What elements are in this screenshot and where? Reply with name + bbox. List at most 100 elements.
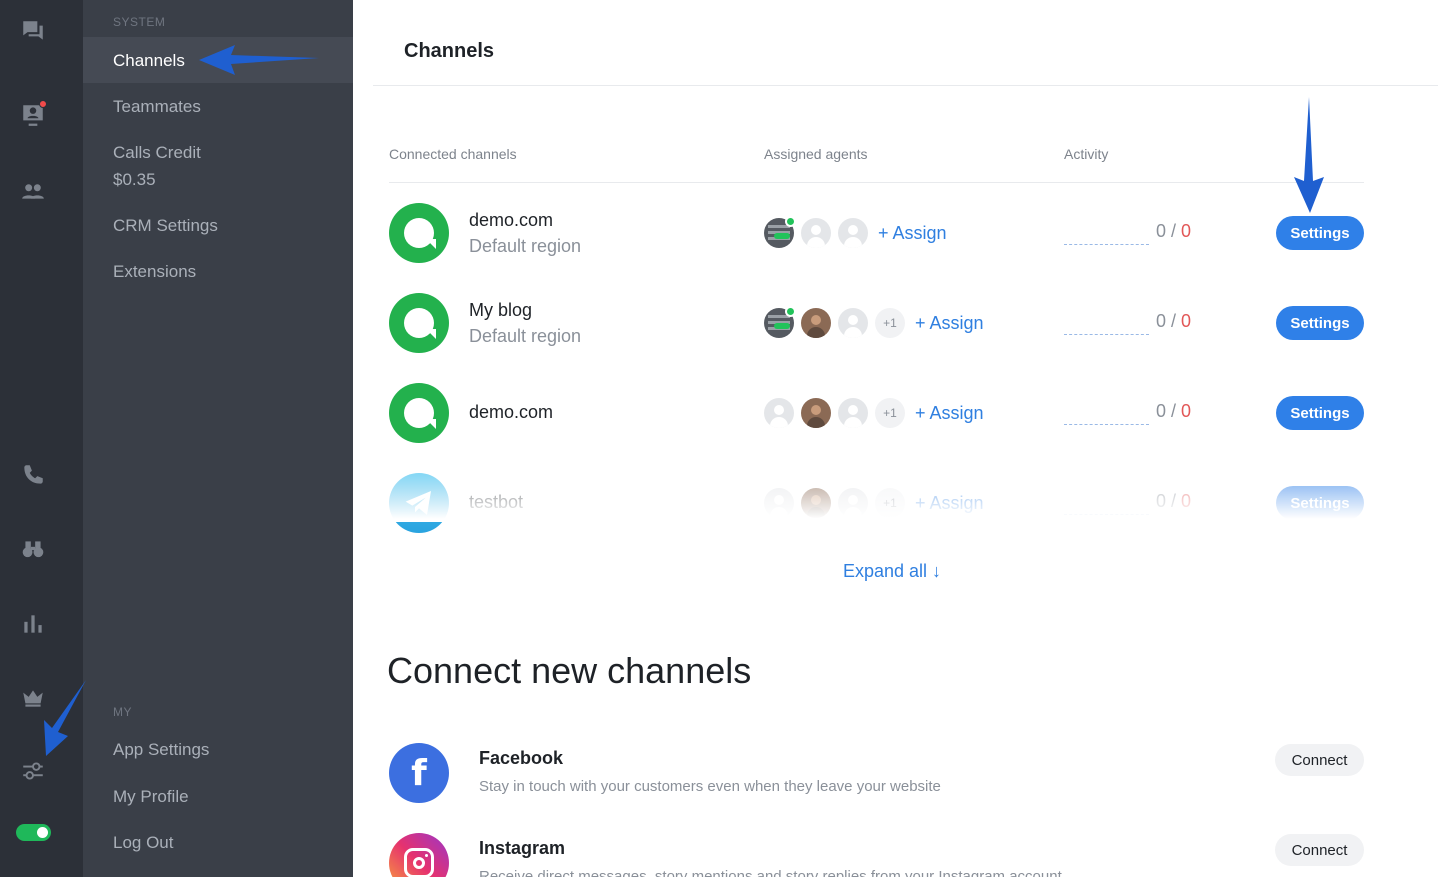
- channel-name[interactable]: demo.com: [469, 210, 553, 231]
- icon-rail: [0, 0, 83, 877]
- contact-card-icon[interactable]: [20, 100, 47, 128]
- new-channel-description: Stay in touch with your customers even w…: [479, 778, 941, 795]
- column-header-activity: Activity: [1064, 146, 1109, 162]
- calls-credit-amount: $0.35: [113, 170, 156, 189]
- assigned-agents: +1 + Assign: [764, 488, 984, 518]
- section-label-system: SYSTEM: [113, 15, 166, 29]
- avatar[interactable]: [764, 488, 794, 518]
- channel-name[interactable]: My blog: [469, 300, 532, 321]
- connect-button[interactable]: Connect: [1275, 834, 1364, 866]
- chat-icon[interactable]: [20, 18, 46, 44]
- avatar[interactable]: [801, 308, 831, 338]
- activity-sparkline: [1064, 219, 1149, 245]
- assign-link[interactable]: + Assign: [915, 403, 984, 424]
- avatar[interactable]: [838, 488, 868, 518]
- activity-count: 0 / 0: [1156, 401, 1192, 421]
- avatar[interactable]: [764, 306, 796, 338]
- channel-name[interactable]: demo.com: [469, 402, 553, 423]
- sidebar-item-label: Channels: [113, 50, 185, 70]
- sidebar-item-label: Calls Credit: [113, 143, 201, 162]
- expand-all-link[interactable]: Expand all ↓: [843, 561, 941, 582]
- sidebar-item-my-profile[interactable]: My Profile: [83, 783, 353, 810]
- connect-section-title: Connect new channels: [387, 650, 752, 691]
- sidebar-item-label: Log Out: [113, 833, 174, 852]
- avatar[interactable]: [838, 308, 868, 338]
- facebook-icon: f: [389, 743, 449, 803]
- divider: [373, 85, 1438, 86]
- binoculars-icon[interactable]: [20, 536, 46, 562]
- telegram-icon: [389, 473, 449, 533]
- settings-button[interactable]: Settings: [1276, 486, 1364, 520]
- more-agents-badge[interactable]: +1: [875, 308, 905, 338]
- avatar[interactable]: [764, 216, 796, 248]
- instagram-icon: [389, 833, 449, 877]
- avatar[interactable]: [764, 398, 794, 428]
- column-header-agents: Assigned agents: [764, 146, 868, 162]
- chat-bubble-icon: [389, 293, 449, 353]
- connect-button[interactable]: Connect: [1275, 744, 1364, 776]
- channel-row: demo.com Default region + Assign 0 / 0 S…: [389, 203, 1364, 263]
- chat-bubble-icon: [389, 203, 449, 263]
- assigned-agents: +1 + Assign: [764, 398, 984, 428]
- new-channel-name: Instagram: [479, 838, 566, 858]
- new-channel-row: f Facebook Stay in touch with your custo…: [389, 743, 1364, 803]
- sidebar-item-app-settings[interactable]: App Settings: [83, 736, 353, 763]
- sidebar-item-calls-credit[interactable]: Calls Credit $0.35: [83, 139, 353, 193]
- more-agents-badge[interactable]: +1: [875, 398, 905, 428]
- settings-button[interactable]: Settings: [1276, 396, 1364, 430]
- sidebar-item-label: Extensions: [113, 262, 197, 281]
- chat-bubble-icon: [389, 383, 449, 443]
- toggle-knob: [37, 827, 48, 838]
- avatar[interactable]: [838, 218, 868, 248]
- activity-sparkline: [1064, 309, 1149, 335]
- channel-row: My blog Default region +1 + Assign 0 / 0…: [389, 293, 1364, 353]
- avatar[interactable]: [801, 398, 831, 428]
- assigned-agents: + Assign: [764, 216, 947, 248]
- new-channel-description: Receive direct messages, story mentions …: [479, 868, 1062, 877]
- activity-count: 0 / 0: [1156, 221, 1192, 241]
- divider: [389, 182, 1364, 183]
- channel-row: demo.com +1 + Assign 0 / 0 Settings: [389, 383, 1364, 443]
- activity-sparkline: [1064, 489, 1149, 515]
- sidebar-item-label: Teammates: [113, 97, 201, 116]
- avatar[interactable]: [838, 398, 868, 428]
- crown-icon[interactable]: [20, 685, 46, 711]
- page-title: Channels: [404, 40, 495, 62]
- avatar[interactable]: [801, 488, 831, 518]
- team-icon[interactable]: [20, 178, 46, 204]
- channel-name[interactable]: testbot: [469, 492, 523, 513]
- assign-link[interactable]: + Assign: [915, 493, 984, 514]
- assign-link[interactable]: + Assign: [915, 313, 984, 334]
- sidebar-item-crm-settings[interactable]: CRM Settings: [83, 212, 353, 239]
- activity-sparkline: [1064, 399, 1149, 425]
- section-label-my: MY: [113, 705, 132, 719]
- bar-chart-icon[interactable]: [20, 611, 46, 637]
- online-indicator: [785, 216, 796, 227]
- phone-icon[interactable]: [20, 462, 46, 488]
- activity-count: 0 / 0: [1156, 311, 1192, 331]
- settings-button[interactable]: Settings: [1276, 306, 1364, 340]
- sidebar-item-label: CRM Settings: [113, 216, 218, 235]
- main-content: Channels Connected channels Assigned age…: [353, 0, 1438, 877]
- new-channel-name: Facebook: [479, 748, 564, 768]
- settings-sidebar: SYSTEM Channels Teammates Calls Credit $…: [83, 0, 353, 877]
- sidebar-item-label: My Profile: [113, 787, 189, 806]
- new-channel-row: Instagram Receive direct messages, story…: [389, 833, 1364, 877]
- avatar[interactable]: [801, 218, 831, 248]
- more-agents-badge[interactable]: +1: [875, 488, 905, 518]
- online-toggle[interactable]: [16, 824, 51, 841]
- activity-count: 0 / 0: [1156, 491, 1192, 511]
- sidebar-item-teammates[interactable]: Teammates: [83, 93, 353, 120]
- sliders-icon[interactable]: [20, 758, 46, 784]
- sidebar-item-extensions[interactable]: Extensions: [83, 258, 353, 285]
- settings-button[interactable]: Settings: [1276, 216, 1364, 250]
- column-header-connected: Connected channels: [389, 146, 517, 162]
- notification-dot: [39, 100, 47, 108]
- channel-region: Default region: [469, 236, 582, 256]
- sidebar-item-log-out[interactable]: Log Out: [83, 829, 353, 856]
- assigned-agents: +1 + Assign: [764, 306, 984, 338]
- assign-link[interactable]: + Assign: [878, 223, 947, 244]
- online-indicator: [785, 306, 796, 317]
- sidebar-item-channels[interactable]: Channels: [83, 37, 353, 83]
- sidebar-item-label: App Settings: [113, 740, 210, 759]
